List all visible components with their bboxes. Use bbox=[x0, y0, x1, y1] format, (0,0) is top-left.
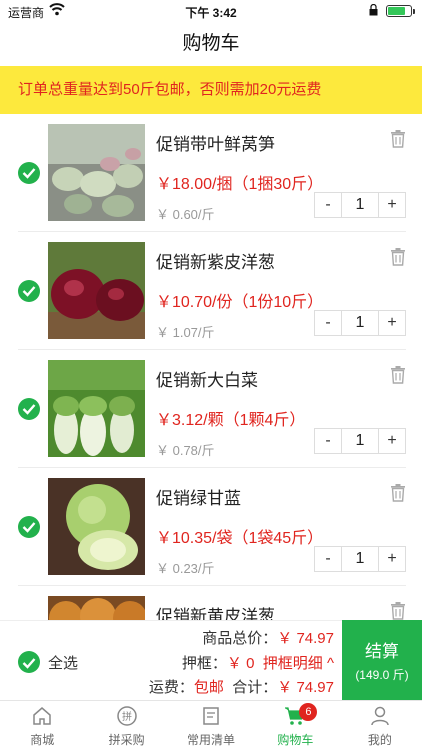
product-name: 促销绿甘蓝 bbox=[156, 489, 241, 508]
quantity-value[interactable]: 1 bbox=[341, 547, 379, 571]
tab-common-list[interactable]: 常用清单 bbox=[169, 701, 253, 750]
svg-text:拼: 拼 bbox=[122, 710, 132, 723]
tab-mall[interactable]: 商城 bbox=[0, 701, 84, 750]
select-all-checkbox[interactable] bbox=[18, 651, 40, 673]
tab-label: 购物车 bbox=[277, 733, 314, 747]
increase-button[interactable]: + bbox=[379, 193, 405, 217]
shipping-label: 运费： bbox=[148, 679, 194, 696]
quantity-stepper: - 1 + bbox=[314, 310, 406, 336]
product-name: 促销新紫皮洋葱 bbox=[156, 253, 275, 272]
delete-icon[interactable] bbox=[390, 602, 406, 620]
status-time: 下午 3:42 bbox=[185, 6, 237, 20]
shipping-value: 包邮 bbox=[193, 679, 224, 696]
product-image[interactable] bbox=[48, 478, 145, 575]
battery-icon bbox=[386, 5, 415, 17]
tab-bar: 商城 拼 拼采购 常用清单 6 购物车 我的 bbox=[0, 700, 422, 750]
decrease-button[interactable]: - bbox=[315, 429, 341, 453]
goods-total-row: 商品总价：￥ 74.97 bbox=[202, 627, 334, 648]
cart-item: 促销绿甘蓝 ￥10.35/袋（1袋45斤） ￥ 0.23/斤 - 1 + bbox=[0, 468, 422, 586]
quantity-value[interactable]: 1 bbox=[341, 429, 379, 453]
quantity-stepper: - 1 + bbox=[314, 546, 406, 572]
total-row: 运费：包邮 合计：￥ 74.97 bbox=[149, 676, 334, 697]
decrease-button[interactable]: - bbox=[315, 193, 341, 217]
list-icon bbox=[203, 707, 219, 725]
checkout-label: 结算 bbox=[365, 642, 399, 661]
cart-item: 促销新黄皮洋葱 bbox=[0, 586, 422, 620]
tab-label: 常用清单 bbox=[187, 733, 236, 747]
product-price: ￥18.00/捆（1捆30斤） bbox=[156, 176, 324, 193]
decrease-button[interactable]: - bbox=[315, 547, 341, 571]
profile-icon bbox=[371, 706, 389, 726]
item-checkbox[interactable] bbox=[18, 398, 40, 420]
product-price: ￥3.12/颗（1颗4斤） bbox=[156, 412, 306, 429]
product-name: 促销新大白菜 bbox=[156, 371, 258, 390]
checkout-button[interactable]: 结算 (149.0 斤) bbox=[342, 620, 422, 700]
unit-price: ￥ 0.60/斤 bbox=[156, 207, 215, 222]
goods-total-label: 商品总价： bbox=[202, 630, 278, 647]
product-price: ￥10.35/袋（1袋45斤） bbox=[156, 530, 324, 547]
quantity-value[interactable]: 1 bbox=[341, 311, 379, 335]
sum-value: ￥ 74.97 bbox=[277, 679, 334, 696]
cart-item: 促销新大白菜 ￥3.12/颗（1颗4斤） ￥ 0.78/斤 - 1 + bbox=[0, 350, 422, 468]
delete-icon[interactable] bbox=[390, 248, 406, 266]
crate-value: ￥ 0 bbox=[226, 655, 255, 672]
delete-icon[interactable] bbox=[390, 130, 406, 148]
checkout-weight: (149.0 斤) bbox=[355, 668, 409, 682]
group-buy-icon: 拼 bbox=[116, 706, 137, 726]
status-bar: 运营商 下午 3:42 bbox=[0, 0, 422, 22]
crate-row: 押框：￥ 0 押框明细 ^ bbox=[182, 652, 334, 673]
tab-label: 商城 bbox=[30, 733, 55, 747]
page-title: 购物车 bbox=[182, 33, 240, 54]
increase-button[interactable]: + bbox=[379, 429, 405, 453]
increase-button[interactable]: + bbox=[379, 311, 405, 335]
quantity-stepper: - 1 + bbox=[314, 428, 406, 454]
item-checkbox[interactable] bbox=[18, 280, 40, 302]
quantity-stepper: - 1 + bbox=[314, 192, 406, 218]
crate-detail-link[interactable]: 押框明细 ^ bbox=[263, 655, 334, 672]
product-image[interactable] bbox=[48, 596, 145, 620]
goods-total-value: ￥ 74.97 bbox=[277, 630, 334, 647]
cart-item: 促销新紫皮洋葱 ￥10.70/份（1份10斤） ￥ 1.07/斤 - 1 + bbox=[0, 232, 422, 350]
unit-price: ￥ 0.23/斤 bbox=[156, 561, 215, 576]
shipping-notice: 订单总重量达到50斤包邮，否则需加20元运费 bbox=[0, 66, 422, 114]
tab-label: 拼采购 bbox=[108, 733, 145, 747]
crate-label: 押框： bbox=[181, 655, 227, 672]
product-image[interactable] bbox=[48, 360, 145, 457]
tab-label: 我的 bbox=[367, 733, 392, 747]
product-image[interactable] bbox=[48, 124, 145, 221]
cart-item: 促销带叶鲜莴笋 ￥18.00/捆（1捆30斤） ￥ 0.60/斤 - 1 + bbox=[0, 114, 422, 232]
increase-button[interactable]: + bbox=[379, 547, 405, 571]
tab-profile[interactable]: 我的 bbox=[338, 701, 422, 750]
product-name: 促销带叶鲜莴笋 bbox=[156, 135, 275, 154]
product-image[interactable] bbox=[48, 242, 145, 339]
select-all-label: 全选 bbox=[48, 654, 79, 672]
item-checkbox[interactable] bbox=[18, 516, 40, 538]
delete-icon[interactable] bbox=[390, 484, 406, 502]
quantity-value[interactable]: 1 bbox=[341, 193, 379, 217]
product-price: ￥10.70/份（1份10斤） bbox=[156, 294, 324, 311]
item-checkbox[interactable] bbox=[18, 162, 40, 184]
home-icon bbox=[33, 707, 51, 725]
cart-list[interactable]: 促销带叶鲜莴笋 ￥18.00/捆（1捆30斤） ￥ 0.60/斤 - 1 + 促… bbox=[0, 114, 422, 620]
product-name: 促销新黄皮洋葱 bbox=[156, 607, 275, 620]
tab-group-buy[interactable]: 拼 拼采购 bbox=[84, 701, 168, 750]
orientation-lock-icon bbox=[369, 4, 378, 16]
sum-label: 合计： bbox=[232, 679, 278, 696]
select-all-toggle[interactable]: 全选 bbox=[18, 651, 78, 673]
delete-icon[interactable] bbox=[390, 366, 406, 384]
unit-price: ￥ 0.78/斤 bbox=[156, 443, 215, 458]
cart-badge: 6 bbox=[299, 703, 318, 721]
decrease-button[interactable]: - bbox=[315, 311, 341, 335]
tab-cart[interactable]: 6 购物车 bbox=[253, 701, 337, 750]
unit-price: ￥ 1.07/斤 bbox=[156, 325, 215, 340]
